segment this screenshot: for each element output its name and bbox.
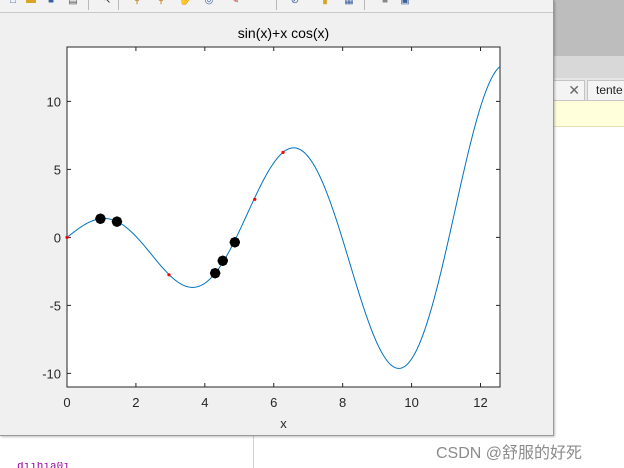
figure-window: □ ▬ ■ ▤ ↖ ⚲ ⚲ ✋ ◎ ✎ ⊘ ▮ ▦ ■ ▣ 0 2 4 6 8 10 12 -10 -5 0 5 10 sin(… [0,0,554,436]
red-point [281,150,285,154]
red-point [253,197,257,201]
x-tick-label: 4 [201,395,208,410]
plot-figure: 0 2 4 6 8 10 12 -10 -5 0 5 10 sin(x)+x cos(x) x [42,25,501,431]
black-marker [111,216,123,227]
x-tick-label: 0 [63,395,70,410]
x-tick-label: 2 [132,395,139,410]
watermark: CSDN @舒服的好死 [436,445,583,462]
y-tick-labels: -10 -5 0 5 10 [42,94,61,381]
x-tick-label: 10 [404,395,418,410]
editor-code-line: diihia0i [17,462,70,468]
black-marker [95,213,106,224]
background-window-area [553,0,624,56]
black-marker [209,267,221,279]
close-icon[interactable]: ✕ [568,81,580,100]
y-tick-label: -5 [49,298,61,313]
red-point [65,235,69,239]
x-axis-label: x [280,416,287,431]
axes-background[interactable] [66,46,501,388]
x-tick-label: 12 [473,395,487,410]
y-tick-label: 10 [47,94,61,109]
y-tick-label: -10 [42,366,61,381]
editor-tab-bar: n ✕ tente [547,78,624,101]
y-tick-label: 0 [54,230,61,245]
background-toolbar-area [553,56,624,78]
x-tick-label: 8 [339,395,346,410]
y-tick-label: 5 [54,162,61,177]
panel-divider[interactable] [253,436,254,468]
chart-title: sin(x)+x cos(x) [238,25,329,41]
black-marker [217,255,228,266]
editor-message-bar [553,101,624,127]
editor-tab[interactable]: tente [587,80,624,100]
x-tick-label: 6 [270,395,277,410]
red-point [167,273,171,277]
x-tick-labels: 0 2 4 6 8 10 12 [63,395,487,410]
editor-tab-label: tente [596,83,623,97]
black-marker [229,237,241,248]
